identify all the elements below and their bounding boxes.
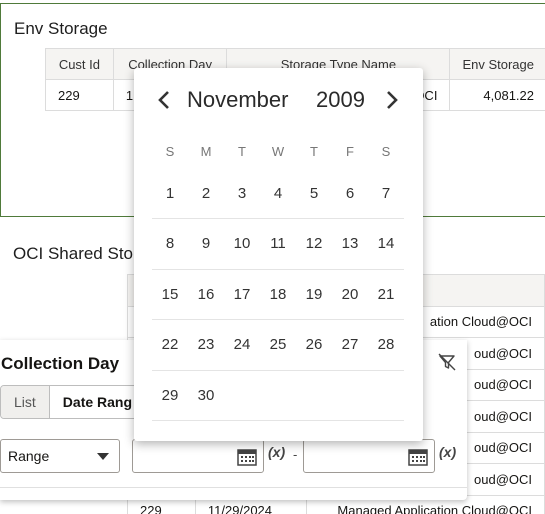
from-date-input[interactable] [132,439,264,473]
calendar-day[interactable]: 8 [152,218,188,270]
calendar-day [260,370,296,421]
calendar-week: 15 16 17 18 19 20 21 [152,269,404,320]
env-storage-title: Env Storage [14,19,108,38]
calendar-day[interactable]: 13 [332,218,368,270]
calendar-day[interactable]: 25 [260,319,296,371]
calendar-day[interactable]: 23 [188,319,224,371]
calendar-grid: S M T W T F S 1 2 3 4 5 6 7 8 9 10 11 12… [152,134,404,421]
calendar-icon[interactable] [408,448,428,471]
calendar-day[interactable]: 9 [188,218,224,270]
cell-cust-id: 229 [45,79,114,111]
filter-title: Collection Day [1,354,120,373]
calendar-day[interactable]: 15 [152,269,188,320]
clear-filter-icon[interactable] [437,352,457,372]
date-picker-popup: November 2009 S M T W T F S 1 2 3 4 5 6 … [134,68,423,441]
clear-from-date[interactable]: (x) [268,444,285,460]
calendar-day[interactable]: 4 [260,168,296,219]
range-separator: - [293,447,298,462]
calendar-day[interactable]: 14 [368,218,404,270]
calendar-day[interactable]: 16 [188,269,224,320]
tab-list[interactable]: List [1,386,50,418]
calendar-day[interactable]: 12 [296,218,332,270]
calendar-day[interactable]: 1 [152,168,188,219]
calendar-week: 8 9 10 11 12 13 14 [152,218,404,270]
to-date-input[interactable] [303,439,435,473]
calendar-day[interactable]: 11 [260,218,296,270]
filter-mode-tabs: List Date Rang [0,385,147,419]
calendar-day[interactable]: 30 [188,370,224,421]
year-label[interactable]: 2009 [316,87,365,113]
calendar-day[interactable]: 3 [224,168,260,219]
calendar-day[interactable]: 21 [368,269,404,320]
month-label[interactable]: November [187,87,288,113]
calendar-day[interactable]: 18 [260,269,296,320]
range-select-value: Range [8,448,50,464]
calendar-day[interactable]: 26 [296,319,332,371]
calendar-day[interactable]: 20 [332,269,368,320]
calendar-day[interactable]: 17 [224,269,260,320]
calendar-day[interactable]: 5 [296,168,332,219]
column-header[interactable]: Cust Id [45,48,114,80]
clear-to-date[interactable]: (x) [439,444,456,460]
calendar-day [224,370,260,421]
calendar-day [296,370,332,421]
weekday-label: S [165,143,175,159]
calendar-day[interactable]: 22 [152,319,188,371]
tab-date-range[interactable]: Date Rang [49,386,146,418]
weekday-row: S M T W T F S [152,134,404,168]
weekday-label: S [381,143,391,159]
calendar-day[interactable]: 10 [224,218,260,270]
calendar-day[interactable]: 2 [188,168,224,219]
divider [0,487,467,488]
calendar-day[interactable]: 27 [332,319,368,371]
weekday-label: T [238,143,246,159]
range-select[interactable]: Range [0,439,120,473]
chevron-down-icon [97,453,109,460]
calendar-day [368,370,404,421]
weekday-label: T [310,143,318,159]
calendar-week: 29 30 [152,370,404,421]
chevron-left-icon[interactable] [152,86,176,114]
chevron-right-icon[interactable] [380,86,404,114]
calendar-day[interactable]: 7 [368,168,404,219]
calendar-icon[interactable] [237,448,257,471]
weekday-label: F [346,143,354,159]
calendar-day[interactable]: 24 [224,319,260,371]
column-header[interactable]: Env Storage [449,48,545,80]
oci-shared-title: OCI Shared Stor [13,244,139,263]
calendar-week: 22 23 24 25 26 27 28 [152,319,404,371]
calendar-day[interactable]: 6 [332,168,368,219]
calendar-day[interactable]: 28 [368,319,404,371]
calendar-day [332,370,368,421]
calendar-day[interactable]: 19 [296,269,332,320]
weekday-label: W [271,143,285,159]
cell-env-storage: 4,081.22 [449,79,545,111]
calendar-week: 1 2 3 4 5 6 7 [152,168,404,219]
calendar-day[interactable]: 29 [152,370,188,421]
weekday-label: M [200,143,212,159]
